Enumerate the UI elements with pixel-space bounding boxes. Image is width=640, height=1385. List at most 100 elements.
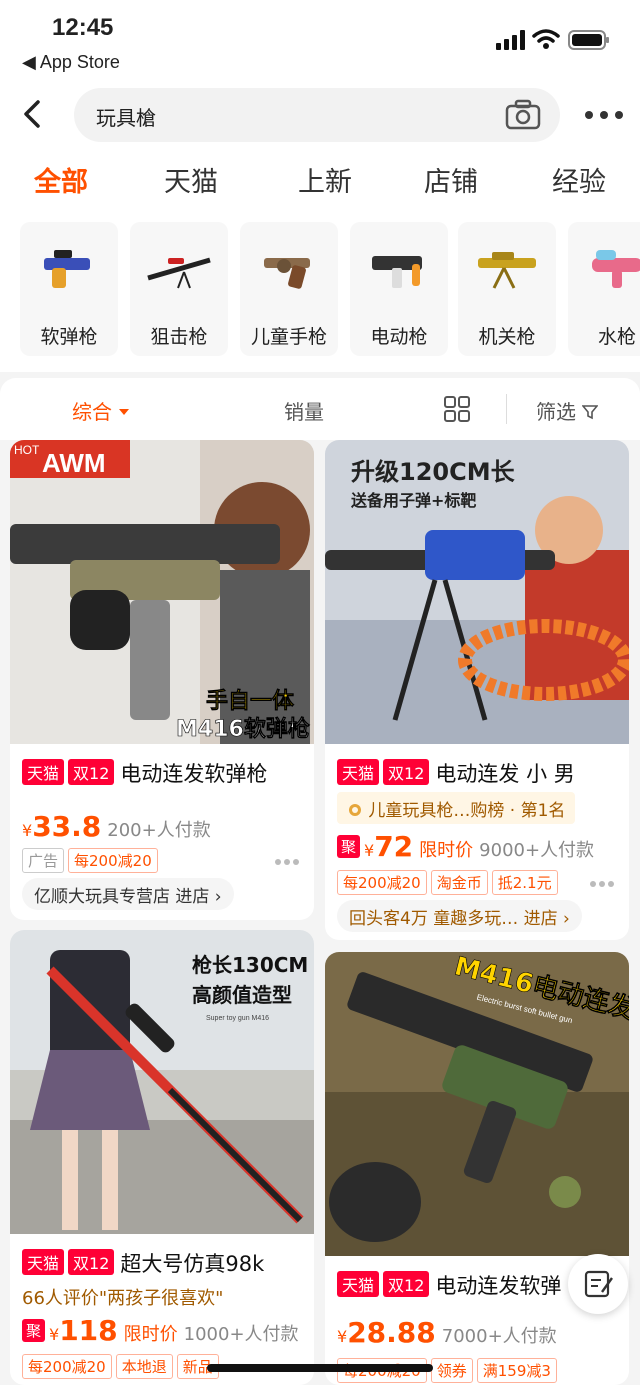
ju-badge: 聚 bbox=[22, 1319, 46, 1342]
wifi-icon bbox=[532, 29, 560, 49]
product-title-line: 天猫 双12 电动连发软弹 bbox=[337, 1270, 561, 1300]
product-overlay-bottom-1: 手自一体 bbox=[206, 688, 295, 714]
medal-icon bbox=[349, 804, 361, 816]
cellular-signal-icon bbox=[496, 30, 525, 50]
category-strip: 软弹枪 狙击枪 儿童手枪 电动枪 机关枪 水枪 bbox=[0, 212, 640, 372]
paid-count: 200+人付款 bbox=[107, 820, 211, 841]
coupon-chip: 领券 bbox=[430, 1358, 473, 1383]
paid-count: 1000+人付款 bbox=[183, 1324, 299, 1345]
ad-chip: 广告 bbox=[22, 848, 65, 873]
price-line: ¥28.88 7000+人付款 bbox=[337, 1316, 557, 1349]
electric-gun-icon bbox=[372, 256, 422, 288]
promo-chip: 每200减20 bbox=[22, 1354, 112, 1379]
currency-symbol: ¥ bbox=[337, 1327, 348, 1346]
category-item[interactable]: 电动枪 bbox=[350, 222, 448, 356]
category-item[interactable]: 狙击枪 bbox=[130, 222, 228, 356]
product-title: 电动连发软弹 bbox=[435, 1274, 562, 1298]
discount-chip: 满159减3 bbox=[476, 1358, 557, 1383]
product-card[interactable]: 升级120CM长 送备用子弹+标靶 天猫 双12 电动连发 小 男 儿童玩具枪…购榜… bbox=[325, 440, 629, 940]
product-image[interactable]: M416电动连发 Electric burst soft bullet gun bbox=[325, 952, 629, 1256]
water-gun-icon bbox=[592, 250, 640, 288]
more-dots-icon[interactable] bbox=[274, 858, 300, 866]
category-item[interactable]: 机关枪 bbox=[458, 222, 556, 356]
machine-gun-icon bbox=[478, 252, 536, 289]
sort-divider bbox=[506, 394, 507, 424]
more-dots-icon[interactable] bbox=[589, 880, 615, 888]
product-card[interactable]: 枪长130CM 高颜值造型 Super toy gun M416 天猫 双12 超大… bbox=[10, 930, 314, 1385]
store-link[interactable]: 回头客4万 童趣多玩… 进店 › bbox=[337, 900, 582, 932]
sort-bar: 综合 销量 筛选 bbox=[0, 378, 640, 440]
more-options-icon[interactable] bbox=[584, 110, 624, 120]
local-return-chip: 本地退 bbox=[115, 1354, 173, 1379]
tab-store[interactable]: 店铺 bbox=[424, 160, 478, 199]
product-price: 72 bbox=[374, 830, 414, 863]
store-link[interactable]: 亿顺大玩具专营店 进店 › bbox=[22, 878, 234, 910]
product-overlay-bottom-2: M416软弹枪 bbox=[176, 716, 310, 742]
back-arrow-icon[interactable] bbox=[18, 96, 48, 132]
caret-down-icon bbox=[119, 409, 130, 415]
product-title-line: 天猫 双12 电动连发软弹枪 bbox=[22, 758, 267, 788]
product-image[interactable]: 升级120CM长 送备用子弹+标靶 bbox=[325, 440, 629, 744]
promo-chip: 每200减20 bbox=[68, 848, 158, 873]
search-input[interactable]: 玩具槍 bbox=[74, 88, 560, 142]
product-overlay-top-2: 送备用子弹+标靶 bbox=[350, 491, 476, 510]
category-item[interactable]: 儿童手枪 bbox=[240, 222, 338, 356]
category-label: 电动枪 bbox=[370, 326, 428, 348]
hot-label: HOT bbox=[14, 443, 40, 457]
camera-icon[interactable] bbox=[504, 98, 542, 132]
taojinbi-chip: 淘金币 bbox=[430, 870, 488, 895]
filter-button[interactable]: 筛选 bbox=[536, 396, 600, 425]
paid-count: 9000+人付款 bbox=[479, 840, 595, 861]
rank-text: 儿童玩具枪…购榜 · 第1名 bbox=[368, 801, 566, 821]
tab-experience[interactable]: 经验 bbox=[552, 160, 606, 199]
review-snippet[interactable]: 66人评价"两孩子很喜欢" bbox=[22, 1284, 223, 1310]
product-image[interactable]: 枪长130CM 高颜值造型 Super toy gun M416 bbox=[10, 930, 314, 1234]
battery-icon bbox=[568, 30, 609, 50]
promo-chip: 每200减20 bbox=[337, 870, 427, 895]
product-overlay-small: Super toy gun M416 bbox=[206, 1015, 269, 1022]
product-title: 电动连发 小 男 bbox=[435, 762, 575, 786]
grid-view-icon[interactable] bbox=[444, 396, 470, 422]
category-label: 软弹枪 bbox=[40, 326, 98, 348]
double12-badge: 双12 bbox=[68, 759, 115, 785]
promo-chips: 广告 每200减20 bbox=[22, 848, 162, 873]
paid-count: 7000+人付款 bbox=[441, 1326, 557, 1347]
product-card[interactable]: M416电动连发 Electric burst soft bullet gun … bbox=[325, 952, 629, 1385]
currency-symbol: ¥ bbox=[22, 821, 33, 840]
product-title-line: 天猫 双12 电动连发 小 男 bbox=[337, 758, 575, 788]
sort-comprehensive[interactable]: 综合 bbox=[72, 396, 130, 425]
category-item[interactable]: 软弹枪 bbox=[20, 222, 118, 356]
home-indicator bbox=[207, 1364, 433, 1372]
category-label: 儿童手枪 bbox=[250, 326, 327, 348]
filter-label: 筛选 bbox=[536, 400, 576, 424]
status-bar: 12:45 ◀ App Store bbox=[0, 0, 640, 80]
limited-price-label: 限时价 bbox=[419, 840, 474, 861]
soft-bullet-gun-icon bbox=[44, 250, 90, 288]
tmall-badge: 天猫 bbox=[337, 759, 380, 785]
product-overlay-top: AWM bbox=[42, 448, 106, 478]
category-item[interactable]: 水枪 bbox=[568, 222, 640, 356]
category-label: 水枪 bbox=[597, 326, 636, 348]
sniper-rifle-icon bbox=[147, 257, 211, 289]
sort-comprehensive-label: 综合 bbox=[72, 400, 112, 424]
discount-chip: 抵2.1元 bbox=[491, 870, 558, 895]
ju-badge: 聚 bbox=[337, 835, 361, 858]
category-label: 机关枪 bbox=[478, 326, 536, 348]
tab-all[interactable]: 全部 bbox=[34, 160, 88, 199]
floating-edit-button[interactable] bbox=[568, 1254, 628, 1314]
product-overlay-top-2: 高颜值造型 bbox=[192, 983, 292, 1007]
product-card[interactable]: HOT AWM 手自一体 M416软弹枪 天猫 双12 电动连发软弹枪 ¥33.8 2… bbox=[10, 440, 314, 920]
price-line: 聚 ¥118 限时价 1000+人付款 bbox=[22, 1314, 299, 1347]
tab-new[interactable]: 上新 bbox=[298, 160, 352, 199]
product-image[interactable]: HOT AWM 手自一体 M416软弹枪 bbox=[10, 440, 314, 744]
tab-tmall[interactable]: 天猫 bbox=[164, 160, 218, 199]
sort-sales[interactable]: 销量 bbox=[284, 396, 324, 425]
price-line: 聚 ¥72 限时价 9000+人付款 bbox=[337, 830, 594, 863]
kids-pistol-icon bbox=[264, 258, 310, 289]
rank-badge[interactable]: 儿童玩具枪…购榜 · 第1名 bbox=[337, 792, 576, 824]
category-label: 狙击枪 bbox=[150, 326, 208, 348]
back-to-app-store-link[interactable]: ◀ App Store bbox=[22, 52, 120, 73]
status-time: 12:45 bbox=[52, 14, 114, 41]
price-line: ¥33.8 200+人付款 bbox=[22, 810, 211, 843]
currency-symbol: ¥ bbox=[364, 841, 375, 860]
